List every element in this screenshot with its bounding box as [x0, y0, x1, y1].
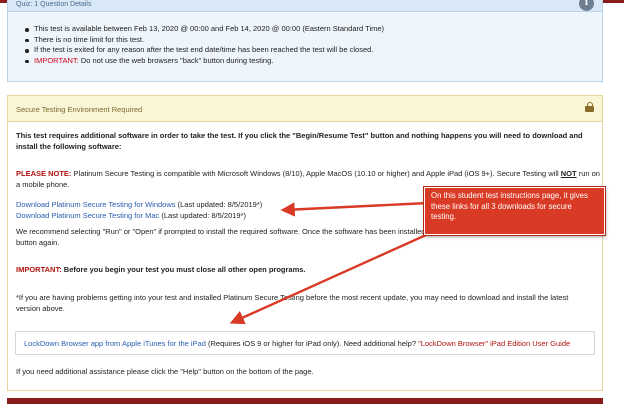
annotation-callout: On this student test instructions page, … — [424, 187, 605, 235]
bottom-bar — [7, 398, 603, 404]
arrow-to-download-links — [280, 201, 429, 217]
callout-text: On this student test instructions page, … — [431, 191, 588, 221]
arrow-to-lockdown-link — [229, 224, 447, 325]
